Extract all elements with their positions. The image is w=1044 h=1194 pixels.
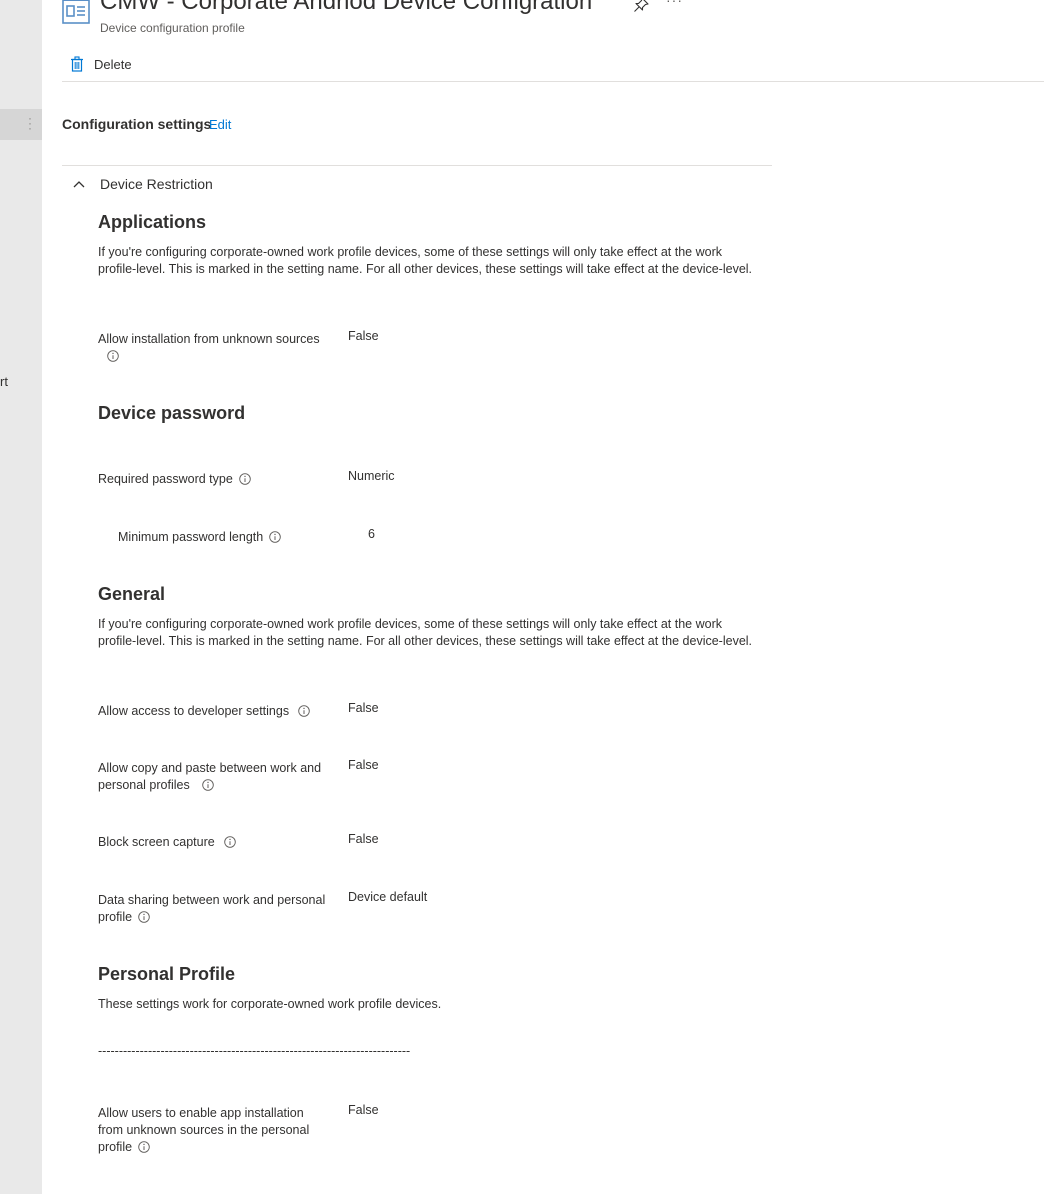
chevron-up-icon — [73, 181, 85, 188]
delete-button-label: Delete — [94, 56, 132, 72]
profile-icon — [62, 0, 90, 24]
info-icon[interactable] — [138, 911, 150, 923]
info-icon[interactable] — [201, 779, 214, 791]
setting-value: False — [348, 701, 379, 715]
setting-label-copy-paste: Allow copy and paste between work and pe… — [98, 761, 322, 792]
setting-value: Numeric — [348, 469, 395, 483]
setting-value: 6 — [368, 527, 375, 541]
setting-value: Device default — [348, 890, 428, 904]
device-restriction-label: Device Restriction — [100, 176, 213, 192]
setting-value: False — [348, 758, 379, 772]
setting-value: False — [348, 329, 379, 343]
setting-label-minimum-password-length: Minimum password length — [118, 529, 281, 546]
page-subtitle: Device configuration profile — [100, 21, 245, 35]
left-rail-selected-item[interactable] — [0, 109, 42, 140]
left-rail-more-icon[interactable]: · · · — [26, 112, 34, 134]
info-icon[interactable] — [239, 473, 251, 485]
trash-icon — [71, 56, 83, 72]
info-icon[interactable] — [269, 531, 281, 543]
section-description-personal-profile: These settings work for corporate-owned … — [98, 997, 442, 1011]
device-restriction-toggle[interactable]: Device Restriction — [72, 176, 213, 192]
dashed-separator: ----------------------------------------… — [98, 1044, 411, 1058]
pin-icon[interactable] — [633, 0, 649, 13]
setting-label-block-screen-capture: Block screen capture — [98, 834, 236, 851]
section-heading-applications: Applications — [98, 212, 207, 232]
setting-label-allow-unknown-sources: Allow installation from unknown sources — [98, 331, 338, 365]
section-heading-personal-profile: Personal Profile — [98, 964, 236, 984]
setting-value: False — [348, 832, 379, 846]
left-rail-cut-label[interactable]: rt — [0, 374, 8, 389]
section-description-applications: If you're configuring corporate-owned wo… — [98, 245, 753, 276]
edit-link[interactable]: Edit — [209, 117, 231, 132]
toolbar-divider — [62, 81, 1044, 82]
setting-label-required-password-type: Required password type — [98, 471, 251, 488]
section-description-general: If you're configuring corporate-owned wo… — [98, 617, 753, 648]
setting-label-data-sharing: Data sharing between work and personal p… — [98, 893, 326, 924]
setting-value: False — [348, 1103, 379, 1117]
info-icon[interactable] — [298, 705, 310, 717]
section-heading-device-password: Device password — [98, 403, 246, 423]
section-heading-general: General — [98, 584, 166, 604]
setting-label-personal-unknown-sources: Allow users to enable app installation f… — [98, 1106, 310, 1154]
ellipsis-icon[interactable]: ··· — [666, 0, 683, 8]
section-divider — [62, 165, 772, 166]
left-rail: · · · rt — [0, 0, 42, 1194]
configuration-settings-title: Configuration settings — [62, 116, 212, 132]
delete-button[interactable]: Delete — [70, 54, 132, 74]
info-icon[interactable] — [107, 350, 119, 362]
info-icon[interactable] — [223, 836, 236, 848]
info-icon[interactable] — [138, 1141, 150, 1153]
page-title: CMW - Corporate Andriod Device Configrat… — [100, 0, 593, 15]
setting-label-developer-settings: Allow access to developer settings — [98, 703, 310, 720]
